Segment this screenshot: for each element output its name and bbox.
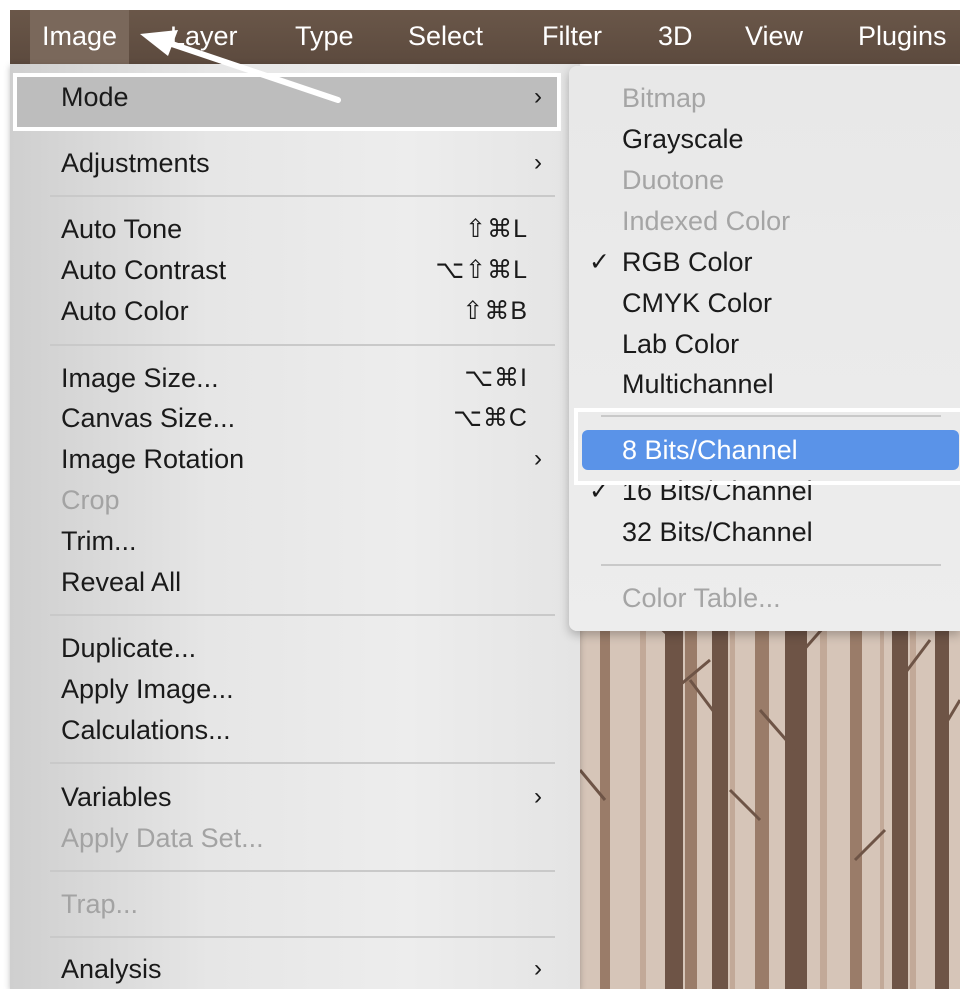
menu-bar: Image Layer Type Select Filter 3D View P… (10, 10, 960, 64)
menu-item-mode[interactable]: Mode (61, 81, 129, 113)
menu-item-apply-data-set[interactable]: Apply Data Set... (61, 822, 264, 854)
menu-select[interactable]: Select (408, 10, 483, 64)
menu-item-reveal-all[interactable]: Reveal All (61, 566, 181, 598)
menu-separator (50, 344, 555, 346)
menu-separator (50, 870, 555, 872)
forest-trees-graphic (580, 600, 960, 989)
submenu-item-32-bits[interactable]: 32 Bits/Channel (622, 516, 813, 548)
submenu-item-bitmap[interactable]: Bitmap (622, 82, 706, 114)
menu-item-adjustments[interactable]: Adjustments (61, 147, 210, 179)
menu-item-analysis[interactable]: Analysis (61, 953, 162, 985)
submenu-item-indexed-color[interactable]: Indexed Color (622, 205, 790, 237)
menu-item-calculations[interactable]: Calculations... (61, 714, 231, 746)
checkmark-icon: ✓ (589, 248, 610, 276)
menu-separator (50, 195, 555, 197)
menu-item-auto-contrast[interactable]: Auto Contrast (61, 254, 226, 286)
chevron-right-icon: › (534, 445, 542, 472)
annotation-box-8-bits (574, 408, 960, 485)
shortcut-auto-contrast: ⌥⇧⌘L (435, 256, 528, 284)
shortcut-image-size: ⌥⌘I (464, 364, 528, 392)
chevron-right-icon: › (534, 83, 542, 110)
menu-image[interactable]: Image (30, 10, 130, 64)
submenu-item-cmyk-color[interactable]: CMYK Color (622, 287, 772, 319)
menu-item-duplicate[interactable]: Duplicate... (61, 632, 196, 664)
menu-item-image-size[interactable]: Image Size... (61, 362, 219, 394)
mode-submenu: Bitmap Grayscale Duotone Indexed Color ✓… (569, 66, 960, 631)
menu-plugins[interactable]: Plugins (858, 10, 947, 64)
submenu-item-duotone[interactable]: Duotone (622, 164, 724, 196)
chevron-right-icon: › (534, 955, 542, 982)
menu-item-trap[interactable]: Trap... (61, 888, 138, 920)
submenu-item-multichannel[interactable]: Multichannel (622, 368, 774, 400)
menu-separator (601, 564, 941, 566)
submenu-item-rgb-color[interactable]: RGB Color (622, 246, 753, 278)
menu-item-canvas-size[interactable]: Canvas Size... (61, 402, 235, 434)
forest-photo (580, 600, 960, 989)
screenshot: Image Layer Type Select Filter 3D View P… (0, 0, 960, 989)
menu-item-apply-image[interactable]: Apply Image... (61, 673, 234, 705)
shortcut-auto-color: ⇧⌘B (462, 297, 528, 325)
submenu-item-color-table[interactable]: Color Table... (622, 582, 781, 614)
menu-item-auto-color[interactable]: Auto Color (61, 295, 189, 327)
menu-item-crop[interactable]: Crop (61, 484, 120, 516)
menu-item-auto-tone[interactable]: Auto Tone (61, 213, 182, 245)
menu-item-image-rotation[interactable]: Image Rotation (61, 443, 244, 475)
submenu-item-lab-color[interactable]: Lab Color (622, 328, 739, 360)
menu-view[interactable]: View (745, 10, 803, 64)
menu-type[interactable]: Type (295, 10, 354, 64)
menu-layer[interactable]: Layer (170, 10, 238, 64)
menu-item-variables[interactable]: Variables (61, 781, 172, 813)
image-menu: Mode › Adjustments › Auto Tone ⇧⌘L Auto … (10, 64, 580, 989)
chevron-right-icon: › (534, 149, 542, 176)
menu-separator (50, 762, 555, 764)
submenu-item-grayscale[interactable]: Grayscale (622, 123, 744, 155)
menu-3d[interactable]: 3D (658, 10, 693, 64)
chevron-right-icon: › (534, 783, 542, 810)
shortcut-canvas-size: ⌥⌘C (453, 404, 528, 432)
menu-separator (50, 936, 555, 938)
shortcut-auto-tone: ⇧⌘L (465, 215, 528, 243)
menu-item-trim[interactable]: Trim... (61, 525, 136, 557)
menu-separator (50, 614, 555, 616)
menu-filter[interactable]: Filter (542, 10, 602, 64)
